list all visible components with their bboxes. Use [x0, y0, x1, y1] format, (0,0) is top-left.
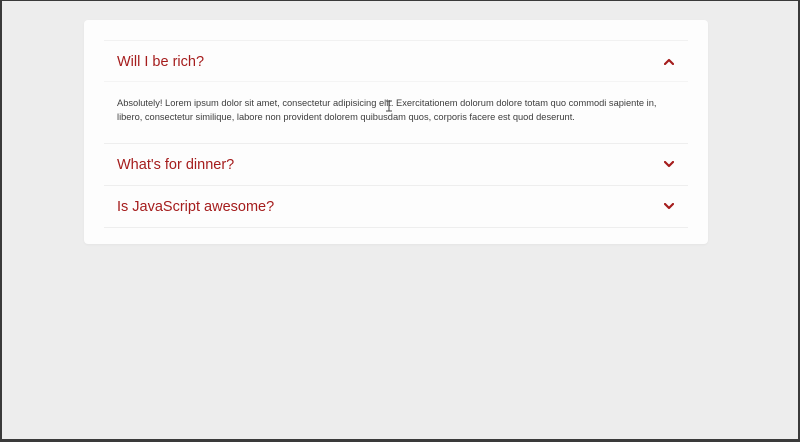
- faq-question-javascript: Is JavaScript awesome?: [117, 199, 275, 215]
- faq-toggle-rich[interactable]: Will I be rich?: [104, 41, 688, 81]
- faq-toggle-dinner[interactable]: What's for dinner?: [104, 144, 688, 185]
- faq-question-rich: Will I be rich?: [117, 54, 205, 70]
- faq-card: Will I be rich? Absolutely! Lorem ipsum …: [84, 20, 708, 244]
- faq-toggle-javascript[interactable]: Is JavaScript awesome?: [104, 186, 688, 227]
- faq-item-dinner: What's for dinner?: [104, 144, 688, 186]
- page-viewport: Will I be rich? Absolutely! Lorem ipsum …: [2, 1, 798, 439]
- faq-question-dinner: What's for dinner?: [117, 157, 235, 173]
- faq-item-rich: Will I be rich? Absolutely! Lorem ipsum …: [104, 41, 688, 144]
- chevron-down-icon[interactable]: [663, 158, 675, 170]
- text-cursor-icon: [386, 100, 392, 112]
- faq-item-javascript: Is JavaScript awesome?: [104, 186, 688, 228]
- chevron-up-icon[interactable]: [663, 55, 675, 67]
- faq-answer-rich: Absolutely! Lorem ipsum dolor sit amet, …: [104, 81, 688, 143]
- faq-list: Will I be rich? Absolutely! Lorem ipsum …: [104, 40, 688, 228]
- chevron-down-icon[interactable]: [663, 200, 675, 212]
